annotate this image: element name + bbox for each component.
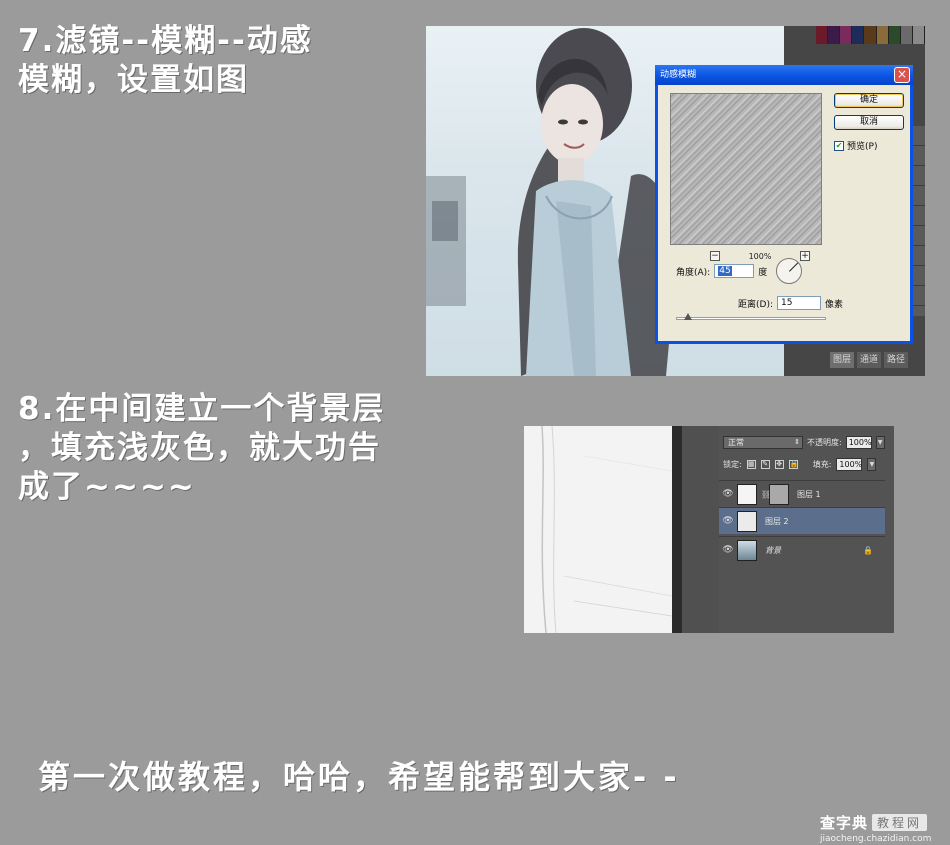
- layer-thumbnail: [737, 483, 757, 505]
- layer-name: 图层 1: [797, 489, 821, 499]
- panel-tabs: 图层 通道 路径: [830, 352, 925, 368]
- layer-row[interactable]: 👁 图层 2: [719, 507, 885, 534]
- watermark-brand: 查字典: [820, 814, 869, 832]
- step8-line1: 8.在中间建立一个背景层: [18, 391, 386, 427]
- eye-icon[interactable]: 👁: [719, 545, 737, 555]
- chevron-down-icon[interactable]: ▼: [867, 458, 877, 471]
- eye-icon[interactable]: 👁: [719, 516, 737, 526]
- step8-caption: 8.在中间建立一个背景层 ，填充浅灰色，就大功告 成了~~~~: [18, 390, 385, 507]
- lock-label: 锁定:: [723, 460, 742, 469]
- motion-blur-dialog: 动感模糊 × − 100% + 确定 取消 ✔ 预览(P) 角度(A): 45 …: [655, 65, 913, 344]
- chevron-down-icon[interactable]: ▼: [875, 436, 885, 449]
- sketch-canvas: [524, 426, 673, 633]
- distance-slider[interactable]: [676, 317, 826, 320]
- screenshot-motion-blur: 图层 通道 路径 动感模糊 × − 100% + 确定 取消 ✔ 预览(P) 角…: [426, 26, 925, 376]
- dialog-title: 动感模糊: [660, 70, 697, 80]
- layer-thumbnail: [737, 539, 757, 561]
- lock-row: 锁定: ▦ ✎ ✥ 🔒 填充: 100% ▼: [723, 458, 877, 471]
- preview-checkbox[interactable]: ✔: [834, 140, 844, 151]
- fill-input[interactable]: 100%: [836, 458, 863, 471]
- distance-label: 距离(D):: [738, 299, 773, 310]
- watermark-box: 教程网: [872, 814, 928, 831]
- zoom-level: 100%: [748, 251, 772, 261]
- blend-row: 正常 不透明度: 100% ▼: [723, 436, 885, 449]
- lock-icon: 🔒: [863, 545, 873, 555]
- blend-mode-select[interactable]: 正常: [723, 436, 803, 449]
- step7-line2: 模糊，设置如图: [18, 62, 249, 98]
- dialog-titlebar[interactable]: 动感模糊 ×: [655, 65, 913, 85]
- angle-input[interactable]: 45: [714, 264, 755, 278]
- tab-layers[interactable]: 图层: [830, 352, 855, 368]
- opacity-input[interactable]: 100%: [845, 436, 872, 449]
- distance-slider-thumb[interactable]: [684, 313, 692, 320]
- layer-row[interactable]: 👁 背景 🔒: [719, 536, 885, 563]
- workspace-gap: [682, 426, 719, 633]
- layers-panel: 正常 不透明度: 100% ▼ 锁定: ▦ ✎ ✥ 🔒 填充: 100% ▼ 👁…: [719, 426, 894, 633]
- layer-row[interactable]: 👁 ⛓ 图层 1: [719, 480, 885, 507]
- mask-thumbnail: [769, 483, 789, 505]
- step8-line3: 成了~~~~: [18, 469, 196, 505]
- zoom-in-button[interactable]: +: [800, 251, 810, 261]
- canvas-border: [672, 426, 682, 633]
- angle-dial[interactable]: [776, 258, 802, 284]
- chain-icon[interactable]: ⛓: [761, 490, 771, 499]
- distance-unit: 像素: [825, 299, 844, 310]
- blur-noise-pattern: [671, 94, 821, 244]
- closing-caption: 第一次做教程，哈哈，希望能帮到大家- -: [38, 758, 680, 797]
- zoom-out-button[interactable]: −: [710, 251, 720, 261]
- layer-name: 背景: [765, 545, 781, 555]
- layer-thumbnail: [737, 510, 757, 532]
- fill-label: 填充:: [812, 460, 832, 469]
- preview-label: 预览(P): [847, 142, 878, 152]
- color-swatches[interactable]: [816, 26, 925, 44]
- angle-row: 角度(A): 45 度: [676, 264, 767, 278]
- closing-text: 第一次做教程，哈哈，希望能帮到大家- -: [38, 758, 680, 796]
- dial-needle: [789, 262, 799, 272]
- sketch-texture: [541, 426, 673, 633]
- step7-line1: 7.滤镜--模糊--动感: [18, 23, 313, 59]
- cancel-button[interactable]: 取消: [834, 115, 904, 130]
- site-watermark: 查字典 教程网 jiaocheng.chazidian.com: [820, 812, 942, 844]
- watermark-url: jiaocheng.chazidian.com: [820, 834, 932, 844]
- tab-channels[interactable]: 通道: [857, 352, 882, 368]
- angle-unit: 度: [758, 267, 768, 278]
- eye-icon[interactable]: 👁: [719, 489, 737, 499]
- screenshot-layers: 正常 不透明度: 100% ▼ 锁定: ▦ ✎ ✥ 🔒 填充: 100% ▼ 👁…: [524, 426, 894, 633]
- lock-paint-icon[interactable]: ✎: [760, 460, 770, 469]
- distance-row: 距离(D): 15 像素: [738, 296, 843, 310]
- distance-input[interactable]: 15: [777, 296, 821, 310]
- step8-line2: ，填充浅灰色，就大功告: [18, 430, 381, 466]
- lock-move-icon[interactable]: ✥: [774, 460, 784, 469]
- angle-value: 45: [718, 266, 732, 276]
- close-icon[interactable]: ×: [894, 67, 910, 83]
- ok-button[interactable]: 确定: [834, 93, 904, 108]
- step7-caption: 7.滤镜--模糊--动感 模糊，设置如图: [18, 22, 313, 100]
- lock-transparent-icon[interactable]: ▦: [746, 460, 756, 469]
- angle-label: 角度(A):: [676, 267, 711, 278]
- blur-preview[interactable]: [670, 93, 822, 245]
- lock-all-icon[interactable]: 🔒: [788, 460, 798, 469]
- layer-name: 图层 2: [765, 516, 789, 526]
- opacity-label: 不透明度:: [807, 438, 842, 447]
- preview-option: ✔ 预览(P): [834, 139, 877, 152]
- tab-paths[interactable]: 路径: [884, 352, 909, 368]
